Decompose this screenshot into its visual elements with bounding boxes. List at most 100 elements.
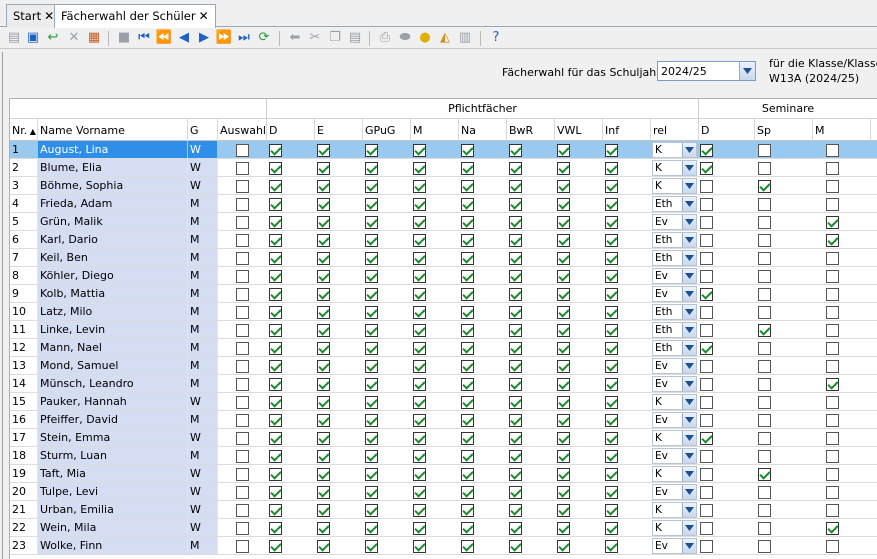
checkbox[interactable]: [826, 234, 839, 247]
back-icon[interactable]: ⬅: [287, 30, 303, 46]
column-header[interactable]: Auswahl: [218, 119, 267, 141]
checkbox[interactable]: [605, 216, 618, 229]
table-row[interactable]: 4 Frieda, Adam M Eth: [10, 195, 877, 213]
checkbox[interactable]: [413, 450, 426, 463]
checkbox[interactable]: [605, 396, 618, 409]
checkbox[interactable]: [826, 360, 839, 373]
table-row[interactable]: 6 Karl, Dario M Eth: [10, 231, 877, 249]
table-row[interactable]: 17 Stein, Emma W K: [10, 429, 877, 447]
chevron-down-icon[interactable]: [682, 287, 696, 301]
student-name[interactable]: Kolb, Mattia: [38, 285, 188, 302]
checkbox[interactable]: [317, 378, 330, 391]
student-name[interactable]: Tulpe, Levi: [38, 483, 188, 500]
religion-select[interactable]: Ev: [652, 412, 697, 428]
checkbox[interactable]: [236, 324, 249, 337]
checkbox[interactable]: [317, 342, 330, 355]
checkbox[interactable]: [461, 288, 474, 301]
checkbox[interactable]: [826, 414, 839, 427]
chevron-down-icon[interactable]: [682, 341, 696, 355]
checkbox[interactable]: [557, 324, 570, 337]
checkbox[interactable]: [461, 162, 474, 175]
checkbox[interactable]: [365, 360, 378, 373]
student-name[interactable]: Grün, Malik: [38, 213, 188, 230]
religion-select[interactable]: K: [652, 502, 697, 518]
student-name[interactable]: Pfeiffer, David: [38, 411, 188, 428]
chevron-down-icon[interactable]: [682, 485, 696, 499]
religion-select[interactable]: Eth: [652, 322, 697, 338]
table-row[interactable]: 16 Pfeiffer, David M Ev: [10, 411, 877, 429]
checkbox[interactable]: [461, 234, 474, 247]
checkbox[interactable]: [700, 270, 713, 283]
checkbox[interactable]: [413, 216, 426, 229]
checkbox[interactable]: [557, 396, 570, 409]
checkbox[interactable]: [826, 342, 839, 355]
chevron-down-icon[interactable]: [682, 413, 696, 427]
checkbox[interactable]: [236, 180, 249, 193]
checkbox[interactable]: [557, 378, 570, 391]
stack-icon[interactable]: ■: [116, 30, 132, 46]
checkbox[interactable]: [605, 414, 618, 427]
column-header-nr[interactable]: Nr. ▲: [10, 119, 38, 141]
checkbox[interactable]: [758, 486, 771, 499]
checkbox[interactable]: [236, 468, 249, 481]
checkbox[interactable]: [461, 486, 474, 499]
checkbox[interactable]: [269, 486, 282, 499]
religion-select[interactable]: Eth: [652, 232, 697, 248]
checkbox[interactable]: [317, 504, 330, 517]
checkbox[interactable]: [317, 216, 330, 229]
help-icon[interactable]: ?: [488, 30, 504, 46]
checkbox[interactable]: [317, 522, 330, 535]
checkbox[interactable]: [605, 432, 618, 445]
last-icon[interactable]: ⏭: [236, 30, 252, 46]
close-icon[interactable]: ✕: [199, 9, 209, 23]
religion-select[interactable]: Ev: [652, 484, 697, 500]
checkbox[interactable]: [269, 504, 282, 517]
student-name[interactable]: Sturm, Luan: [38, 447, 188, 464]
column-header[interactable]: VWL: [555, 119, 603, 141]
checkbox[interactable]: [557, 306, 570, 319]
checkbox[interactable]: [509, 414, 522, 427]
checkbox[interactable]: [557, 468, 570, 481]
checkbox[interactable]: [509, 306, 522, 319]
checkbox[interactable]: [509, 486, 522, 499]
checkbox[interactable]: [557, 450, 570, 463]
student-name[interactable]: Keil, Ben: [38, 249, 188, 266]
checkbox[interactable]: [758, 306, 771, 319]
checkbox[interactable]: [758, 468, 771, 481]
checkbox[interactable]: [700, 414, 713, 427]
chevron-down-icon[interactable]: [682, 539, 696, 553]
checkbox[interactable]: [365, 216, 378, 229]
table-row[interactable]: 10 Latz, Milo M Eth: [10, 303, 877, 321]
checkbox[interactable]: [413, 342, 426, 355]
checkbox[interactable]: [509, 162, 522, 175]
checkbox[interactable]: [365, 270, 378, 283]
checkbox[interactable]: [317, 414, 330, 427]
chevron-down-icon[interactable]: [682, 467, 696, 481]
checkbox[interactable]: [557, 432, 570, 445]
checkbox[interactable]: [461, 522, 474, 535]
student-name[interactable]: Pauker, Hannah: [38, 393, 188, 410]
checkbox[interactable]: [509, 180, 522, 193]
checkbox[interactable]: [509, 216, 522, 229]
checkbox[interactable]: [413, 522, 426, 535]
student-name[interactable]: Mann, Nael: [38, 339, 188, 356]
checkbox[interactable]: [317, 432, 330, 445]
prev-page-icon[interactable]: ⏪: [156, 30, 172, 46]
checkbox[interactable]: [509, 144, 522, 157]
checkbox[interactable]: [557, 288, 570, 301]
student-name[interactable]: Frieda, Adam: [38, 195, 188, 212]
chevron-down-icon[interactable]: [682, 377, 696, 391]
checkbox[interactable]: [826, 270, 839, 283]
column-header[interactable]: E: [315, 119, 363, 141]
checkbox[interactable]: [826, 468, 839, 481]
religion-select[interactable]: Ev: [652, 268, 697, 284]
checkbox[interactable]: [758, 522, 771, 535]
table-row[interactable]: 13 Mond, Samuel M Ev: [10, 357, 877, 375]
checkbox[interactable]: [826, 396, 839, 409]
checkbox[interactable]: [365, 486, 378, 499]
checkbox[interactable]: [700, 522, 713, 535]
chevron-down-icon[interactable]: [682, 395, 696, 409]
column-header[interactable]: M: [411, 119, 459, 141]
checkbox[interactable]: [700, 540, 713, 553]
column-header[interactable]: GPuG: [363, 119, 411, 141]
